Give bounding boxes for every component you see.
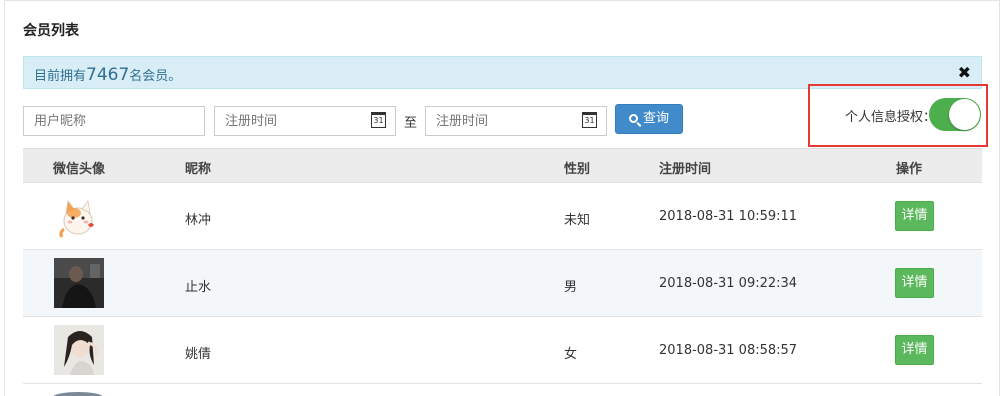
reg-date-end-input[interactable] <box>425 106 607 136</box>
table-row: 止水 男 2018-08-31 09:22:34 详情 <box>23 249 982 316</box>
gender-cell: 男 <box>564 280 578 295</box>
toggle-knob <box>949 99 980 130</box>
member-count: 7467 <box>86 65 130 85</box>
alert-prefix: 目前拥有 <box>34 69 87 84</box>
reg-time-cell: 2018-08-31 08:58:57 <box>659 343 798 358</box>
nickname-cell: 姚倩 <box>185 347 212 362</box>
header-avatar: 微信头像 <box>53 162 106 177</box>
nickname-input[interactable] <box>23 106 205 136</box>
gender-cell: 女 <box>564 347 578 362</box>
detail-button[interactable]: 详情 <box>895 201 934 231</box>
search-button-label: 查询 <box>642 111 669 126</box>
header-action: 操作 <box>896 162 923 177</box>
calendar-icon[interactable]: 31 <box>582 112 597 128</box>
date-range-separator: 至 <box>404 116 418 131</box>
auth-toggle[interactable] <box>929 98 981 131</box>
cartoon-cat-avatar <box>54 191 104 241</box>
close-icon[interactable]: ✖ <box>958 63 971 82</box>
header-nickname: 昵称 <box>185 162 212 177</box>
header-gender: 性别 <box>564 162 591 177</box>
reg-date-start-input[interactable] <box>214 106 396 136</box>
search-icon <box>628 114 638 123</box>
page-title: 会员列表 <box>23 23 79 39</box>
table-row: 姚倩 女 2018-08-31 08:58:57 详情 <box>23 316 982 383</box>
nickname-cell: 止水 <box>185 280 212 295</box>
reg-time-cell: 2018-08-31 10:59:11 <box>659 209 798 224</box>
table-header: 微信头像 昵称 性别 注册时间 操作 <box>23 148 982 182</box>
search-button[interactable]: 查询 <box>615 104 683 134</box>
nickname-cell: 林冲 <box>185 213 212 228</box>
girl-photo-avatar <box>54 325 104 375</box>
gender-cell: 未知 <box>564 213 591 228</box>
auth-label: 个人信息授权： <box>845 110 937 125</box>
alert-text: 目前拥有7467名会员。 <box>34 65 181 85</box>
dark-photo-avatar <box>54 258 104 308</box>
header-reg-time: 注册时间 <box>659 162 712 177</box>
calendar-icon[interactable]: 31 <box>371 112 386 128</box>
alert-suffix: 名会员。 <box>129 69 182 84</box>
avatar <box>53 392 103 396</box>
table-row <box>23 383 982 396</box>
reg-time-cell: 2018-08-31 09:22:34 <box>659 276 798 291</box>
table-row: 林冲 未知 2018-08-31 10:59:11 详情 <box>23 182 982 249</box>
detail-button[interactable]: 详情 <box>895 268 934 298</box>
detail-button[interactable]: 详情 <box>895 335 934 365</box>
